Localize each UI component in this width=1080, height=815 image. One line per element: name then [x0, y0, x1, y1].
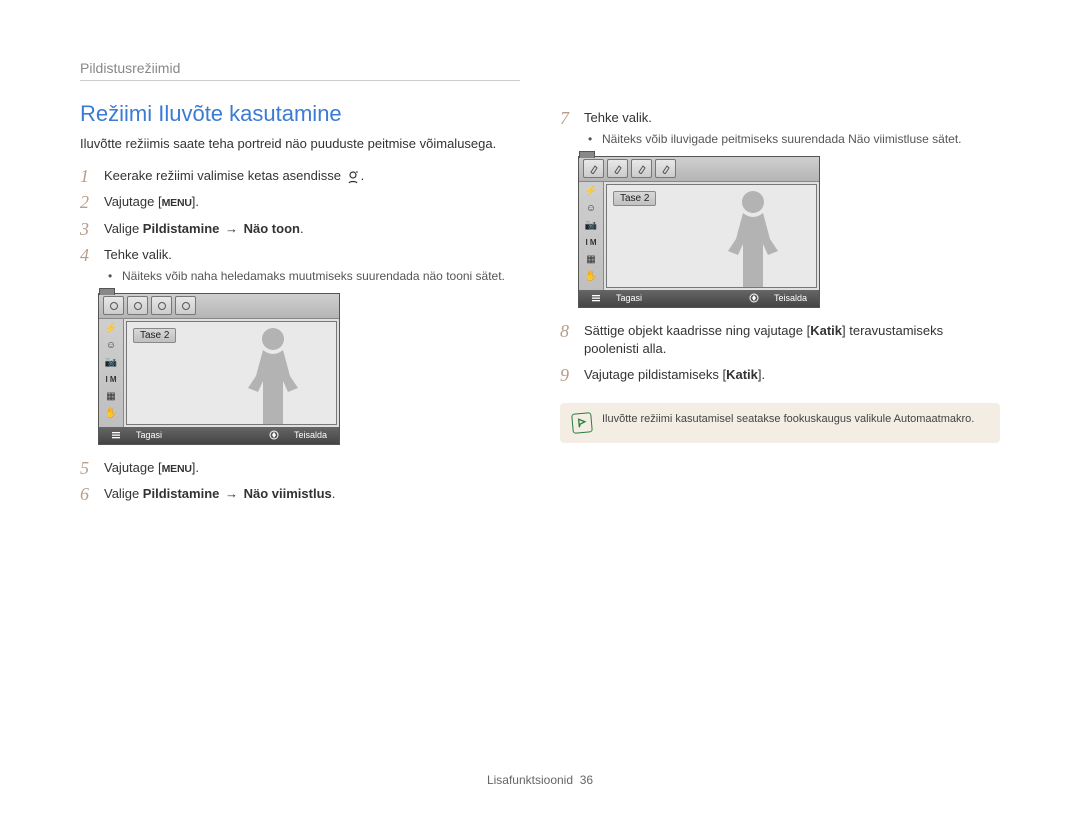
left-column: Pildistusrežiimid Režiimi Iluvõte kasuta…	[80, 60, 520, 511]
step-text: Tehke valik.	[104, 247, 172, 262]
lcd-side-icons: ⚡ ☺ 📷 I M ▦ ✋	[579, 182, 604, 290]
lcd-bottom-bar: Tagasi Teisalda	[579, 290, 819, 307]
face-detect-icon: ☺	[102, 338, 120, 354]
step-4: 4 Tehke valik. Näiteks võib naha heledam…	[80, 246, 520, 285]
step-text: Tehke valik.	[584, 110, 652, 125]
note-box: Iluvõtte režiimi kasutamisel seatakse fo…	[560, 403, 1000, 443]
face-level-icon	[127, 296, 148, 315]
step-number: 7	[560, 109, 574, 127]
lcd-viewport: Tase 2	[126, 321, 337, 425]
step-9: 9 Vajutage pildistamiseks [Katik].	[560, 366, 1000, 384]
page-footer: Lisafunktsioonid 36	[0, 773, 1080, 787]
move-label: Teisalda	[288, 430, 333, 440]
step-2: 2 Vajutage [MENU].	[80, 193, 520, 211]
intro-text: Iluvõtte režiimis saate teha portreid nä…	[80, 135, 520, 153]
menu-button-label: MENU	[162, 197, 192, 209]
level-indicator: Tase 2	[133, 328, 176, 343]
menu-path-item: Näo viimistlus	[244, 486, 332, 501]
iso-icon: I M	[102, 372, 120, 388]
retouch-level-icon	[631, 159, 652, 178]
back-label: Tagasi	[610, 293, 648, 303]
menu-path-item: Pildistamine	[143, 486, 220, 501]
camera-icon: 📷	[582, 218, 600, 234]
step-1: 1 Keerake režiimi valimise ketas asendis…	[80, 167, 520, 185]
manual-page: Pildistusrežiimid Režiimi Iluvõte kasuta…	[0, 0, 1080, 551]
footer-page-number: 36	[580, 773, 593, 787]
lcd-top-strip	[579, 157, 819, 182]
step-8: 8 Sättige objekt kaadrisse ning vajutage…	[560, 322, 1000, 358]
camera-icon: 📷	[102, 355, 120, 371]
lcd-bottom-bar: Tagasi Teisalda	[99, 427, 339, 444]
steps-right: 7 Tehke valik. Näiteks võib iluvigade pe…	[560, 109, 1000, 148]
menu-small-icon	[585, 293, 607, 303]
arrow-icon: →	[223, 486, 240, 501]
level-indicator: Tase 2	[613, 191, 656, 206]
step-number: 6	[80, 485, 94, 503]
retouch-level-icon	[655, 159, 676, 178]
beauty-mode-icon	[345, 169, 361, 185]
grid-icon: ▦	[102, 389, 120, 405]
lcd-side-icons: ⚡ ☺ 📷 I M ▦ ✋	[99, 319, 124, 427]
menu-path-item: Pildistamine	[143, 221, 220, 236]
face-level-icon	[175, 296, 196, 315]
camera-lcd-preview: ⚡ ☺ 📷 I M ▦ ✋ Tase 2 Tagasi	[98, 293, 340, 445]
retouch-level-icon	[583, 159, 604, 178]
step-number: 1	[80, 167, 94, 185]
camera-lcd-preview: ⚡ ☺ 📷 I M ▦ ✋ Tase 2 Tagasi	[578, 156, 820, 308]
face-level-icon	[151, 296, 172, 315]
move-label: Teisalda	[768, 293, 813, 303]
step-7: 7 Tehke valik. Näiteks võib iluvigade pe…	[560, 109, 1000, 148]
person-silhouette	[718, 187, 788, 287]
steps-right-cont: 8 Sättige objekt kaadrisse ning vajutage…	[560, 322, 1000, 385]
step-number: 4	[80, 246, 94, 264]
note-text: Iluvõtte režiimi kasutamisel seatakse fo…	[602, 413, 974, 425]
step-substep: Näiteks võib iluvigade peitmiseks suuren…	[588, 131, 1000, 148]
lcd-body: ⚡ ☺ 📷 I M ▦ ✋ Tase 2	[579, 182, 819, 290]
page-title: Režiimi Iluvõte kasutamine	[80, 101, 520, 127]
step-number: 3	[80, 220, 94, 238]
right-column: 7 Tehke valik. Näiteks võib iluvigade pe…	[560, 60, 1000, 511]
face-level-icon	[103, 296, 124, 315]
steps-left-cont: 5 Vajutage [MENU]. 6 Valige Pildistamine…	[80, 459, 520, 503]
menu-path-item: Näo toon	[244, 221, 300, 236]
back-label: Tagasi	[130, 430, 168, 440]
face-detect-icon: ☺	[582, 201, 600, 217]
footer-section: Lisafunktsioonid	[487, 773, 573, 787]
spacer	[560, 60, 1000, 101]
shutter-label: Katik	[726, 367, 758, 382]
step-number: 5	[80, 459, 94, 477]
steps-left: 1 Keerake režiimi valimise ketas asendis…	[80, 167, 520, 285]
step-substep: Näiteks võib naha heledamaks muutmiseks …	[108, 268, 520, 285]
step-6: 6 Valige Pildistamine → Näo viimistlus.	[80, 485, 520, 503]
step-3: 3 Valige Pildistamine → Näo toon.	[80, 220, 520, 238]
menu-button-label: MENU	[162, 463, 192, 475]
step-number: 8	[560, 322, 574, 340]
stabilize-icon: ✋	[582, 269, 600, 285]
retouch-level-icon	[607, 159, 628, 178]
lcd-top-strip	[99, 294, 339, 319]
flash-icon: ⚡	[582, 184, 600, 200]
person-silhouette	[238, 324, 308, 424]
section-header: Pildistusrežiimid	[80, 60, 520, 81]
menu-small-icon	[105, 430, 127, 440]
flash-icon: ⚡	[102, 321, 120, 337]
stabilize-icon: ✋	[102, 406, 120, 422]
iso-icon: I M	[582, 235, 600, 251]
note-icon	[571, 412, 593, 434]
step-number: 2	[80, 193, 94, 211]
step-text: Keerake režiimi valimise ketas asendisse	[104, 168, 341, 183]
grid-icon: ▦	[582, 252, 600, 268]
nav-diamond-icon	[263, 430, 285, 440]
lcd-body: ⚡ ☺ 📷 I M ▦ ✋ Tase 2	[99, 319, 339, 427]
shutter-label: Katik	[810, 323, 842, 338]
step-number: 9	[560, 366, 574, 384]
nav-diamond-icon	[743, 293, 765, 303]
lcd-viewport: Tase 2	[606, 184, 817, 288]
arrow-icon: →	[223, 221, 240, 236]
step-5: 5 Vajutage [MENU].	[80, 459, 520, 477]
